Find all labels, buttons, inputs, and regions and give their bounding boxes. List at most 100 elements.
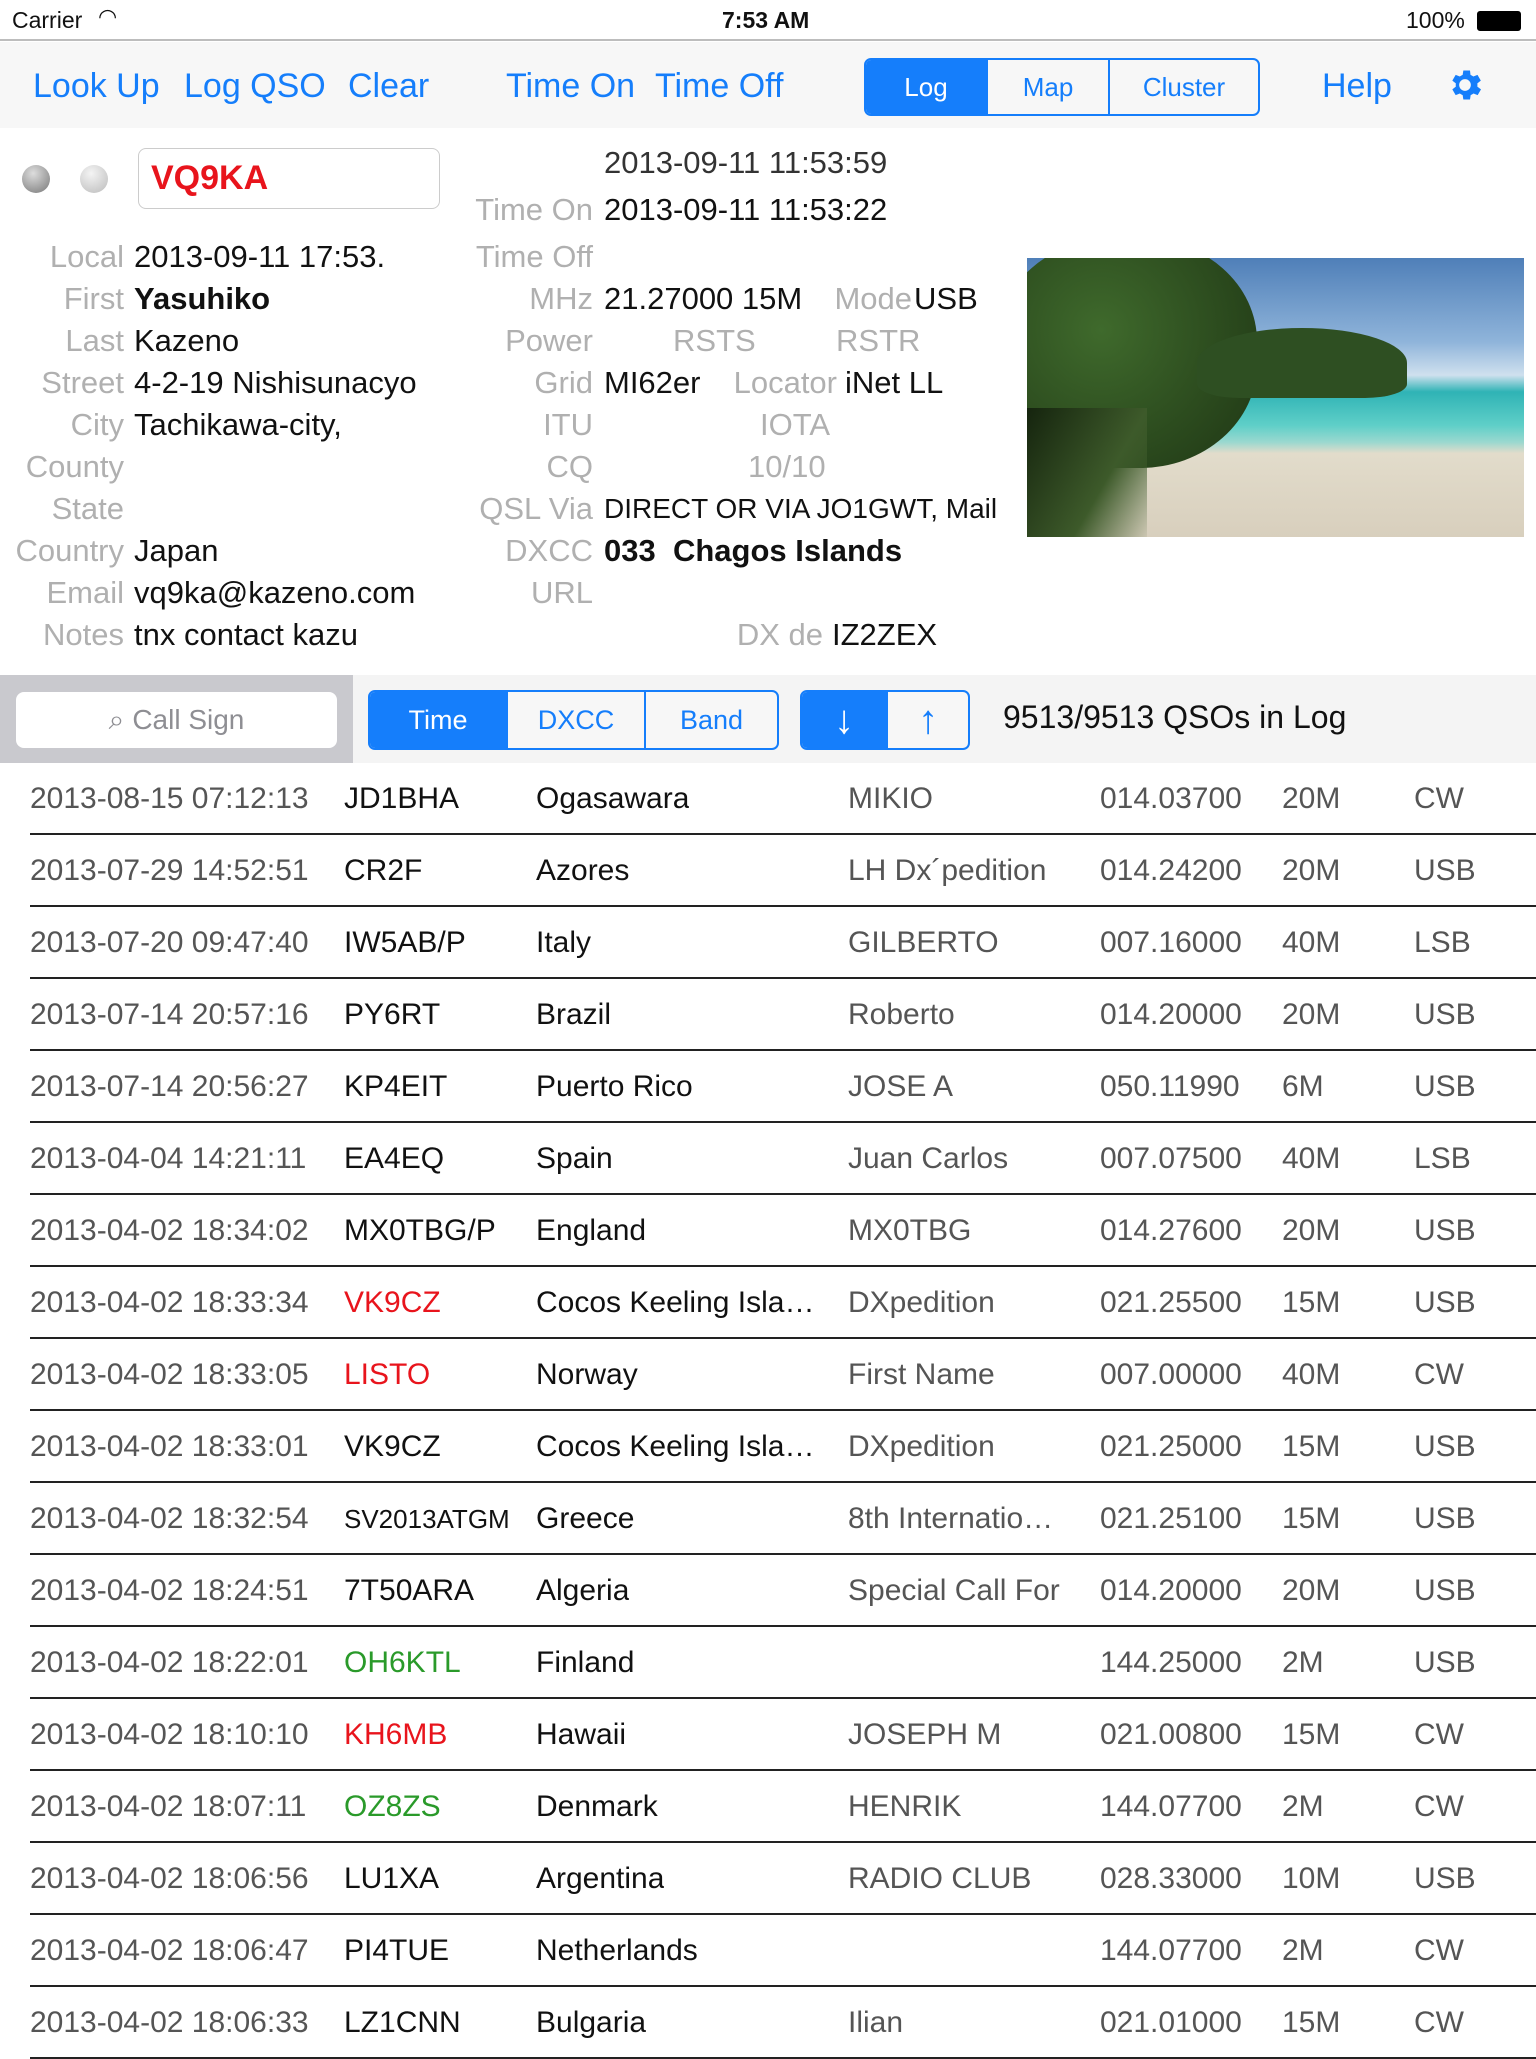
log-name: DXpedition: [848, 1286, 995, 1319]
log-qso-button[interactable]: Log QSO: [184, 66, 326, 106]
qsl-via-value[interactable]: DIRECT OR VIA JO1GWT, Mail: [604, 488, 997, 530]
log-mode: LSB: [1414, 926, 1471, 959]
log-time: 2013-04-02 18:33:34: [30, 1286, 309, 1319]
locator-value[interactable]: iNet LL: [845, 362, 943, 404]
log-country: Puerto Rico: [536, 1070, 693, 1103]
log-name: JOSEPH M: [848, 1718, 1002, 1751]
arrow-down-icon[interactable]: ↓: [802, 692, 886, 748]
look-up-button[interactable]: Look Up: [33, 66, 160, 106]
table-row[interactable]: 2013-04-02 18:33:05 LISTO Norway First Name…: [0, 1339, 1536, 1411]
log-call: OZ8ZS: [344, 1790, 441, 1823]
log-band: 15M: [1282, 2006, 1341, 2039]
log-name: Ilian: [848, 2006, 904, 2039]
log-call: SV2013ATGM: [344, 1504, 510, 1534]
dxcc-value[interactable]: 033 Chagos Islands: [604, 530, 902, 572]
table-row[interactable]: 2013-04-02 18:10:10 KH6MB Hawaii JOSEPH M 02…: [0, 1699, 1536, 1771]
table-row[interactable]: 2013-04-02 18:22:01 OH6KTL Finland 144.2500…: [0, 1627, 1536, 1699]
notes-value[interactable]: tnx contact kazu: [134, 614, 358, 656]
wifi-icon: ◠: [98, 4, 118, 29]
time-on-button[interactable]: Time On: [506, 66, 635, 106]
log-call: MX0TBG/P: [344, 1214, 496, 1247]
table-row[interactable]: 2013-07-20 09:47:40 IW5AB/P Italy GILBERTO 0…: [0, 907, 1536, 979]
log-freq: 014.27600: [1100, 1214, 1242, 1247]
email-value[interactable]: vq9ka@kazeno.com: [134, 572, 415, 614]
grid-value[interactable]: MI62er: [604, 362, 700, 404]
log-freq: 007.07500: [1100, 1142, 1242, 1175]
table-row[interactable]: 2013-07-29 14:52:51 CR2F Azores LH Dx´pedit…: [0, 835, 1536, 907]
log-band: 40M: [1282, 926, 1341, 959]
gear-icon[interactable]: [1445, 65, 1485, 105]
frequency-value[interactable]: 21.27000 15M: [604, 278, 802, 320]
log-mode: CW: [1414, 1934, 1464, 1967]
log-name: MX0TBG: [848, 1214, 972, 1247]
first-value[interactable]: Yasuhiko: [134, 278, 270, 320]
tab-log[interactable]: Log: [866, 60, 986, 114]
time-on-value[interactable]: 2013-09-11 11:53:22: [604, 189, 887, 231]
power-label[interactable]: Power: [505, 320, 593, 362]
log-time: 2013-04-02 18:33:05: [30, 1358, 309, 1391]
country-value[interactable]: Japan: [134, 530, 218, 572]
table-row[interactable]: 2013-04-02 18:06:33 LZ1CNN Bulgaria Ilian 02…: [0, 1987, 1536, 2059]
clear-button[interactable]: Clear: [348, 66, 429, 106]
log-mode: USB: [1414, 1502, 1476, 1535]
mode-value[interactable]: USB: [914, 278, 978, 320]
table-row[interactable]: 2013-04-02 18:34:02 MX0TBG/P England MX0TBG…: [0, 1195, 1536, 1267]
help-button[interactable]: Help: [1322, 66, 1392, 106]
search-placeholder: Call Sign: [132, 704, 245, 735]
table-row[interactable]: 2013-04-02 18:33:01 VK9CZ Cocos Keeling Is…: [0, 1411, 1536, 1483]
dx-de-label: DX de: [736, 617, 823, 652]
log-band: 15M: [1282, 1430, 1341, 1463]
itu-label[interactable]: ITU: [543, 404, 593, 446]
log-country: Argentina: [536, 1862, 665, 1895]
last-value[interactable]: Kazeno: [134, 320, 239, 362]
sort-band[interactable]: Band: [644, 692, 777, 748]
table-row[interactable]: 2013-04-04 14:21:11 EA4EQ Spain Juan Carlos…: [0, 1123, 1536, 1195]
log-time: 2013-04-02 18:07:11: [30, 1790, 307, 1823]
log-call: JD1BHA: [344, 782, 460, 815]
log-time: 2013-04-02 18:22:01: [30, 1646, 309, 1679]
rstr-field[interactable]: RSTR: [836, 320, 920, 362]
city-value[interactable]: Tachikawa-city,: [134, 404, 342, 446]
log-name: Special Call For: [848, 1574, 1060, 1607]
sort-dxcc[interactable]: DXCC: [506, 692, 644, 748]
search-input[interactable]: ⌕ Call Sign: [16, 692, 337, 748]
time-on-label: Time On: [475, 192, 593, 227]
table-row[interactable]: 2013-04-02 18:33:34 VK9CZ Cocos Keeling Is…: [0, 1267, 1536, 1339]
log-time: 2013-07-20 09:47:40: [30, 926, 309, 959]
street-value[interactable]: 4-2-19 Nishisunacyo: [134, 362, 417, 404]
time-off-button[interactable]: Time Off: [655, 66, 783, 106]
log-time: 2013-04-02 18:10:10: [30, 1718, 309, 1751]
log-mode: USB: [1414, 998, 1476, 1031]
table-row[interactable]: 2013-04-02 18:06:47 PI4TUE Netherlands 144.…: [0, 1915, 1536, 1987]
toolbar: Look Up Log QSO Clear Time On Time Off L…: [0, 42, 1536, 128]
table-row[interactable]: 2013-07-14 20:56:27 KP4EIT Puerto Rico JOSE…: [0, 1051, 1536, 1123]
tab-cluster[interactable]: Cluster: [1108, 60, 1258, 114]
city-label: City: [70, 407, 124, 442]
table-row[interactable]: 2013-04-02 18:06:56 LU1XA Argentina RADIO C…: [0, 1843, 1536, 1915]
log-time: 2013-04-02 18:06:56: [30, 1862, 309, 1895]
log-time: 2013-04-04 14:21:11: [30, 1142, 307, 1175]
log-country: Bulgaria: [536, 2006, 647, 2039]
rsts-field[interactable]: RSTS: [673, 320, 756, 362]
table-row[interactable]: 2013-04-02 18:07:11 OZ8ZS Denmark HENRIK 144…: [0, 1771, 1536, 1843]
log-time: 2013-04-02 18:33:01: [30, 1430, 309, 1463]
iota-field[interactable]: IOTA: [760, 404, 830, 446]
local-label: Local: [49, 239, 124, 274]
log-country: Ogasawara: [536, 782, 690, 815]
log-band: 15M: [1282, 1502, 1341, 1535]
mode-label: Mode: [834, 281, 912, 316]
table-row[interactable]: 2013-08-15 07:12:13 JD1BHA Ogasawara MIKIO 0…: [0, 763, 1536, 835]
tab-map[interactable]: Map: [986, 60, 1108, 114]
sort-time[interactable]: Time: [370, 692, 506, 748]
arrow-up-icon[interactable]: ↑: [886, 692, 968, 748]
log-mode: USB: [1414, 1214, 1476, 1247]
table-row[interactable]: 2013-04-02 18:24:51 7T50ARA Algeria Special…: [0, 1555, 1536, 1627]
local-value: 2013-09-11 17:53.: [134, 239, 386, 274]
log-mode: CW: [1414, 2006, 1464, 2039]
call-sign-field[interactable]: VQ9KA: [138, 148, 440, 209]
state-label: State: [51, 491, 124, 526]
log-time: 2013-04-02 18:32:54: [30, 1502, 309, 1535]
cq-label[interactable]: CQ: [547, 446, 594, 488]
table-row[interactable]: 2013-04-02 18:32:54 SV2013ATGM Greece 8th I…: [0, 1483, 1536, 1555]
table-row[interactable]: 2013-07-14 20:57:16 PY6RT Brazil Roberto 014…: [0, 979, 1536, 1051]
